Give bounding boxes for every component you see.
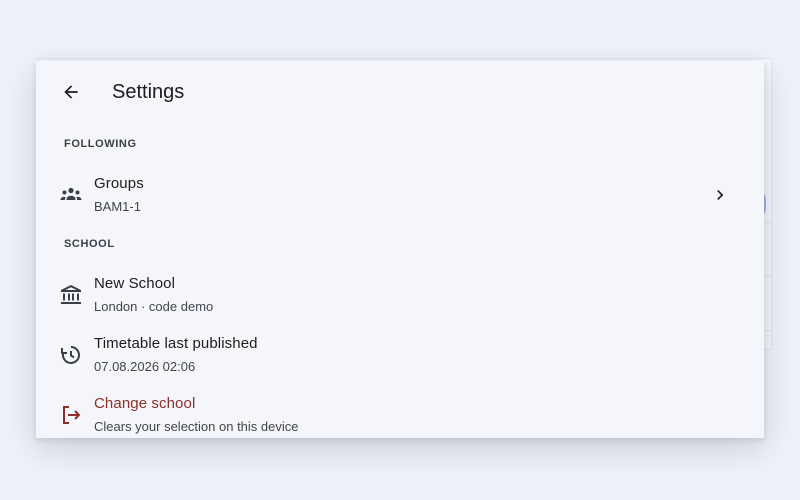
groups-icon	[58, 182, 84, 208]
change-school-title: Change school	[94, 395, 196, 412]
logout-icon	[58, 402, 84, 428]
groups-title: Groups	[94, 175, 144, 192]
section-header-school: SCHOOL	[64, 238, 115, 250]
groups-subtitle: BAM1-1	[94, 199, 141, 214]
change-school-subtitle: Clears your selection on this device	[94, 419, 299, 434]
groups-row[interactable]: Groups BAM1-1	[36, 168, 764, 224]
chevron-right-icon	[710, 185, 730, 205]
change-school-row[interactable]: Change school Clears your selection on t…	[36, 388, 764, 438]
settings-panel: Settings FOLLOWING Groups BAM1-1 SCHOOL	[36, 61, 764, 438]
institution-icon	[58, 282, 84, 308]
back-button[interactable]	[56, 77, 86, 107]
section-header-following: FOLLOWING	[64, 138, 137, 150]
timetable-subtitle: 07.08.2026 02:06	[94, 359, 196, 374]
timetable-title: Timetable last published	[94, 335, 258, 352]
history-clock-icon	[58, 342, 84, 368]
timetable-row: Timetable last published 07.08.2026 02:0…	[36, 328, 764, 384]
app-bar: Settings	[36, 61, 764, 123]
school-title: New School	[94, 275, 176, 292]
page-title: Settings	[112, 81, 185, 103]
school-subtitle: London · code demo	[94, 299, 214, 314]
school-row[interactable]: New School London · code demo	[36, 268, 764, 324]
arrow-back-icon	[64, 85, 78, 99]
